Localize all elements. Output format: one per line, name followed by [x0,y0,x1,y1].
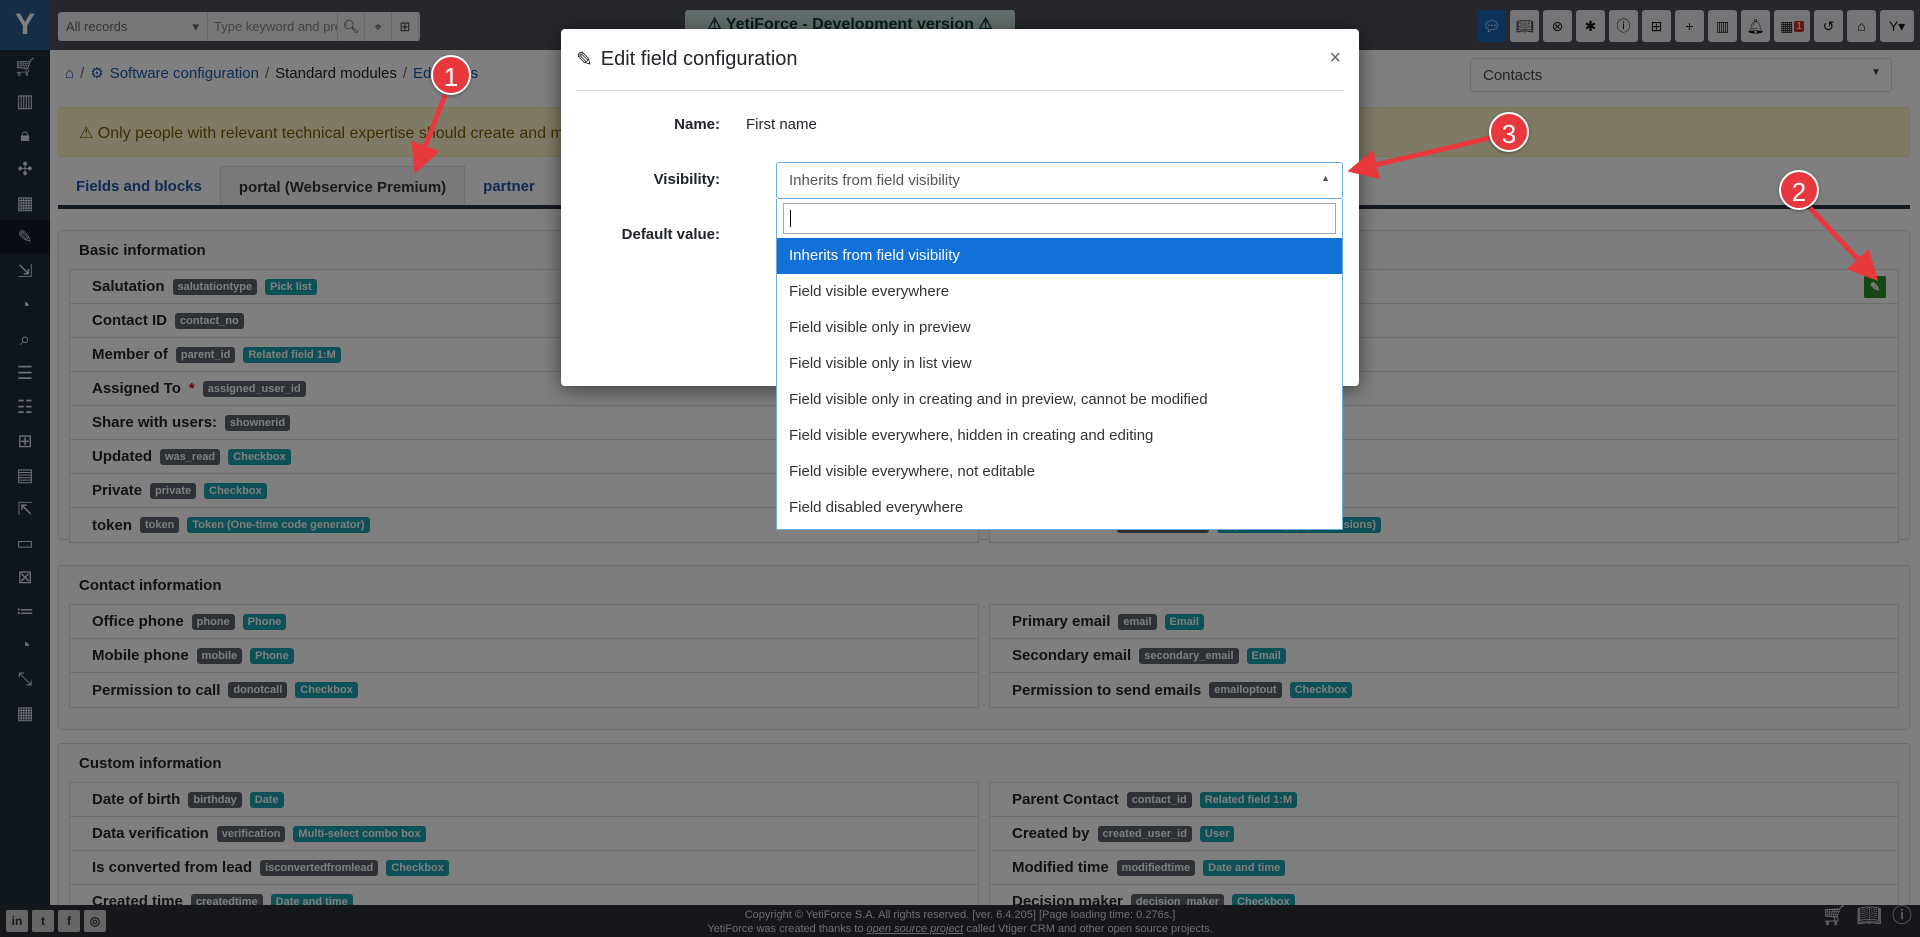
annotation-badge: 1 [431,55,471,95]
annotation-badge: 2 [1779,170,1819,210]
arrow-2 [1808,206,1879,281]
annotation-arrows [411,94,1879,281]
arrow-3 [1347,135,1491,180]
annotation-badge: 3 [1489,112,1529,152]
arrow-1 [411,94,448,175]
